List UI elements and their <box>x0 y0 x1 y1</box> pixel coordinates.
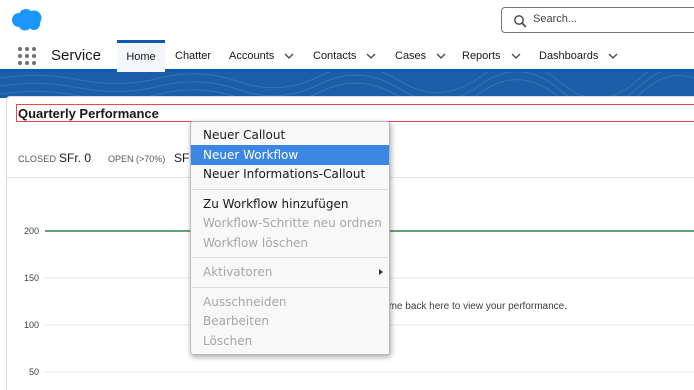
chevron-down-icon[interactable] <box>365 52 377 60</box>
tab-label: Dashboards <box>539 50 599 62</box>
page-banner <box>0 72 694 98</box>
tab-label: Chatter <box>175 50 212 62</box>
y-tick-label: 100 <box>24 320 39 330</box>
chevron-down-icon[interactable] <box>510 52 522 60</box>
banner-pattern <box>0 72 694 98</box>
closed-value: SFr. 0 <box>59 151 92 165</box>
open-label: OPEN (>70%) <box>108 154 166 164</box>
menu-item-label: Aktivatoren <box>203 265 273 279</box>
closed-label: CLOSED <box>18 154 57 164</box>
card-title: Quarterly Performance <box>18 106 159 121</box>
menu-item-new-info-callout[interactable]: Neuer Informations-Callout <box>191 164 389 184</box>
menu-separator <box>192 287 388 288</box>
salesforce-cloud-logo[interactable] <box>10 8 44 32</box>
menu-item-activators[interactable]: Aktivatoren <box>191 262 389 282</box>
chevron-down-icon[interactable] <box>283 52 295 60</box>
tab-contacts[interactable]: Contacts <box>313 40 377 72</box>
menu-item-delete-workflow[interactable]: Workflow löschen <box>191 233 389 253</box>
submenu-arrow-icon <box>379 269 383 275</box>
menu-item-new-workflow[interactable]: Neuer Workflow <box>191 145 389 165</box>
menu-separator <box>192 189 388 190</box>
menu-item-delete[interactable]: Löschen <box>191 331 389 351</box>
search-icon <box>514 15 527 28</box>
app-nav-bar: Service Home Chatter Accounts Contacts C… <box>0 40 694 72</box>
chevron-down-icon[interactable] <box>607 52 619 60</box>
context-menu: Neuer Callout Neuer Workflow Neuer Informa… <box>190 121 390 355</box>
menu-separator <box>192 257 388 258</box>
app-name: Service <box>51 47 102 64</box>
menu-item-label: Ausschneiden <box>203 295 287 309</box>
tab-label: Reports <box>462 50 501 62</box>
menu-item-label: Neuer Informations-Callout <box>203 167 366 181</box>
menu-item-label: Bearbeiten <box>203 314 269 328</box>
menu-item-add-to-workflow[interactable]: Zu Workflow hinzufügen <box>191 194 389 214</box>
y-tick-label: 200 <box>24 226 39 236</box>
tab-label: Accounts <box>229 50 275 62</box>
tab-accounts[interactable]: Accounts <box>229 40 295 72</box>
menu-item-reorder-workflow-steps[interactable]: Workflow-Schritte neu ordnen <box>191 213 389 233</box>
tab-dashboards[interactable]: Dashboards <box>539 40 619 72</box>
y-tick-label: 50 <box>29 367 39 377</box>
chevron-down-icon[interactable] <box>435 52 447 60</box>
tab-label: Contacts <box>313 50 357 62</box>
tab-label: Home <box>126 51 156 63</box>
menu-item-label: Workflow löschen <box>203 236 309 250</box>
tab-label: Cases <box>395 50 427 62</box>
global-header: Search... <box>0 0 694 40</box>
menu-item-label: Zu Workflow hinzufügen <box>203 197 349 211</box>
search-placeholder: Search... <box>533 13 578 25</box>
menu-item-label: Neuer Workflow <box>203 148 299 162</box>
tab-home[interactable]: Home <box>117 40 165 72</box>
tab-cases[interactable]: Cases <box>395 40 447 72</box>
menu-item-label: Löschen <box>203 334 253 348</box>
tab-chatter[interactable]: Chatter <box>175 40 211 72</box>
menu-item-label: Neuer Callout <box>203 128 286 142</box>
menu-item-edit[interactable]: Bearbeiten <box>191 311 389 331</box>
menu-item-new-callout[interactable]: Neuer Callout <box>191 125 389 145</box>
menu-item-cut[interactable]: Ausschneiden <box>191 292 389 312</box>
tab-reports[interactable]: Reports <box>462 40 522 72</box>
app-launcher-icon[interactable] <box>18 47 36 65</box>
y-tick-label: 150 <box>24 273 39 283</box>
search-input[interactable]: Search... <box>501 7 694 33</box>
menu-item-label: Workflow-Schritte neu ordnen <box>203 216 382 230</box>
